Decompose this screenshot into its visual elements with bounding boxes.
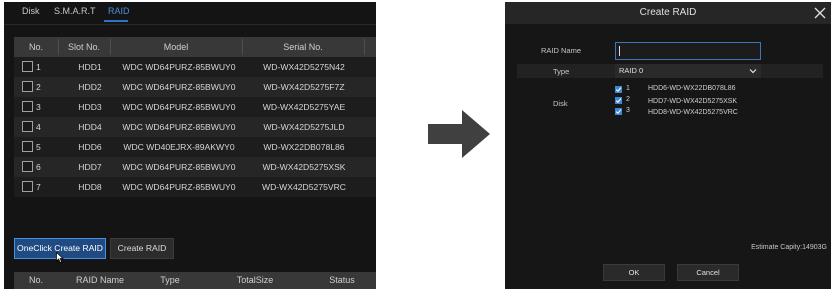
row-checkbox[interactable]	[22, 141, 33, 152]
column-header-model: Model	[163, 42, 189, 52]
row-checkbox[interactable]	[22, 61, 33, 72]
row-checkbox[interactable]	[22, 161, 33, 172]
table-row[interactable]: 5 HDD6 WDC WD40EJRX-89AKWY0 WD-WX22DB078…	[14, 137, 376, 157]
tab-bar: Disk S.M.A.R.T RAID	[4, 2, 376, 24]
row-number: 7	[36, 182, 41, 192]
raid-column-totalsize: TotalSize	[236, 275, 274, 285]
column-header-no: No.	[28, 42, 43, 52]
estimate-capacity: Estimate Capity:14903G	[751, 244, 827, 251]
disk-management-panel: Disk S.M.A.R.T RAID No. Slot No. Model S…	[4, 2, 376, 289]
chevron-down-icon	[749, 69, 757, 74]
row-number: 6	[36, 162, 41, 172]
row-model: WDC WD64PURZ-85BWUY0	[122, 162, 236, 172]
row-model: WDC WD64PURZ-85BWUY0	[122, 62, 236, 72]
raid-column-no: No.	[28, 275, 43, 285]
row-model: WDC WD64PURZ-85BWUY0	[122, 122, 236, 132]
row-model: WDC WD40EJRX-89AKWY0	[123, 142, 235, 152]
row-model: WDC WD64PURZ-85BWUY0	[122, 102, 236, 112]
close-icon[interactable]	[813, 6, 827, 20]
row-number: 2	[36, 82, 41, 92]
tab-disk[interactable]: Disk	[22, 6, 40, 16]
disk-checkbox[interactable]	[615, 108, 622, 115]
type-select[interactable]: RAID 0	[615, 64, 761, 78]
row-number: 5	[36, 142, 41, 152]
table-row[interactable]: 7 HDD8 WDC WD64PURZ-85BWUY0 WD-WX42D5275…	[14, 177, 376, 197]
column-header-serial: Serial No.	[283, 42, 323, 52]
create-raid-dialog: Create RAID RAID Name Type RAID 0 Disk 1…	[505, 2, 831, 289]
dialog-header: Create RAID	[505, 2, 831, 24]
create-raid-button[interactable]: Create RAID	[110, 238, 174, 259]
raid-column-status: Status	[329, 275, 355, 285]
mouse-cursor-icon	[56, 252, 64, 263]
table-row[interactable]: 1 HDD1 WDC WD64PURZ-85BWUY0 WD-WX42D5275…	[14, 57, 376, 77]
row-number: 3	[36, 102, 41, 112]
table-row[interactable]: 3 HDD3 WDC WD64PURZ-85BWUY0 WD-WX42D5275…	[14, 97, 376, 117]
row-slot: HDD3	[78, 102, 102, 112]
active-tab-indicator	[104, 20, 128, 22]
type-selected-value: RAID 0	[619, 66, 644, 75]
row-checkbox[interactable]	[22, 101, 33, 112]
row-model: WDC WD64PURZ-85BWUY0	[122, 182, 236, 192]
row-serial: WD-WX42D5275N42	[263, 62, 345, 72]
row-slot: HDD8	[78, 182, 102, 192]
tab-raid[interactable]: RAID	[108, 6, 130, 16]
tab-smart[interactable]: S.M.A.R.T	[54, 6, 96, 16]
cancel-button[interactable]: Cancel	[677, 264, 739, 281]
raid-name-input[interactable]	[615, 42, 761, 60]
row-slot: HDD6	[78, 142, 102, 152]
arrow-right-icon	[428, 110, 490, 158]
disk-number: 1	[626, 85, 630, 92]
row-serial: WD-WX42D5275XSK	[262, 162, 346, 172]
row-model: WDC WD64PURZ-85BWUY0	[122, 82, 236, 92]
disk-checkbox[interactable]	[615, 97, 622, 104]
checkbox-check-icon	[615, 109, 622, 115]
row-serial: WD-WX42D5275F7Z	[263, 82, 345, 92]
row-checkbox[interactable]	[22, 181, 33, 192]
row-number: 1	[36, 62, 41, 72]
column-divider	[364, 39, 365, 55]
row-slot: HDD2	[78, 82, 102, 92]
row-checkbox[interactable]	[22, 121, 33, 132]
raid-table-header: No. RAID Name Type TotalSize Status	[14, 272, 376, 289]
disk-name: HDD7-WD-WX42D5275XSK	[648, 98, 738, 105]
table-row[interactable]: 6 HDD7 WDC WD64PURZ-85BWUY0 WD-WX42D5275…	[14, 157, 376, 177]
table-row[interactable]: 2 HDD2 WDC WD64PURZ-85BWUY0 WD-WX42D5275…	[14, 77, 376, 97]
disk-table-header: No. Slot No. Model Serial No.	[14, 37, 376, 57]
raid-column-name: RAID Name	[75, 275, 124, 285]
text-caret	[619, 46, 620, 56]
row-serial: WD-WX42D5275YAE	[262, 102, 346, 112]
raid-name-label: RAID Name	[541, 46, 582, 55]
checkbox-check-icon	[615, 98, 622, 104]
ok-button[interactable]: OK	[603, 264, 665, 281]
row-serial: WD-WX42D5275JLD	[263, 122, 345, 132]
row-slot: HDD1	[78, 62, 102, 72]
dialog-title: Create RAID	[639, 7, 697, 18]
disk-name: HDD8-WD-WX42D5275VRC	[648, 109, 738, 116]
tab-divider	[4, 24, 376, 25]
column-header-slot: Slot No.	[67, 42, 100, 52]
row-serial: WD-WX42D5275VRC	[261, 182, 347, 192]
row-slot: HDD4	[78, 122, 102, 132]
row-number: 4	[36, 122, 41, 132]
disk-label: Disk	[553, 99, 568, 108]
row-slot: HDD7	[78, 162, 102, 172]
row-serial: WD-WX22DB078L86	[263, 142, 345, 152]
raid-column-type: Type	[160, 275, 180, 285]
disk-name: HDD6-WD-WX22DB078L86	[648, 85, 736, 92]
type-label: Type	[553, 67, 570, 76]
disk-checkbox[interactable]	[615, 86, 622, 93]
disk-number: 2	[626, 96, 630, 103]
table-row[interactable]: 4 HDD4 WDC WD64PURZ-85BWUY0 WD-WX42D5275…	[14, 117, 376, 137]
checkbox-check-icon	[615, 87, 622, 93]
disk-number: 3	[626, 107, 630, 114]
row-checkbox[interactable]	[22, 81, 33, 92]
